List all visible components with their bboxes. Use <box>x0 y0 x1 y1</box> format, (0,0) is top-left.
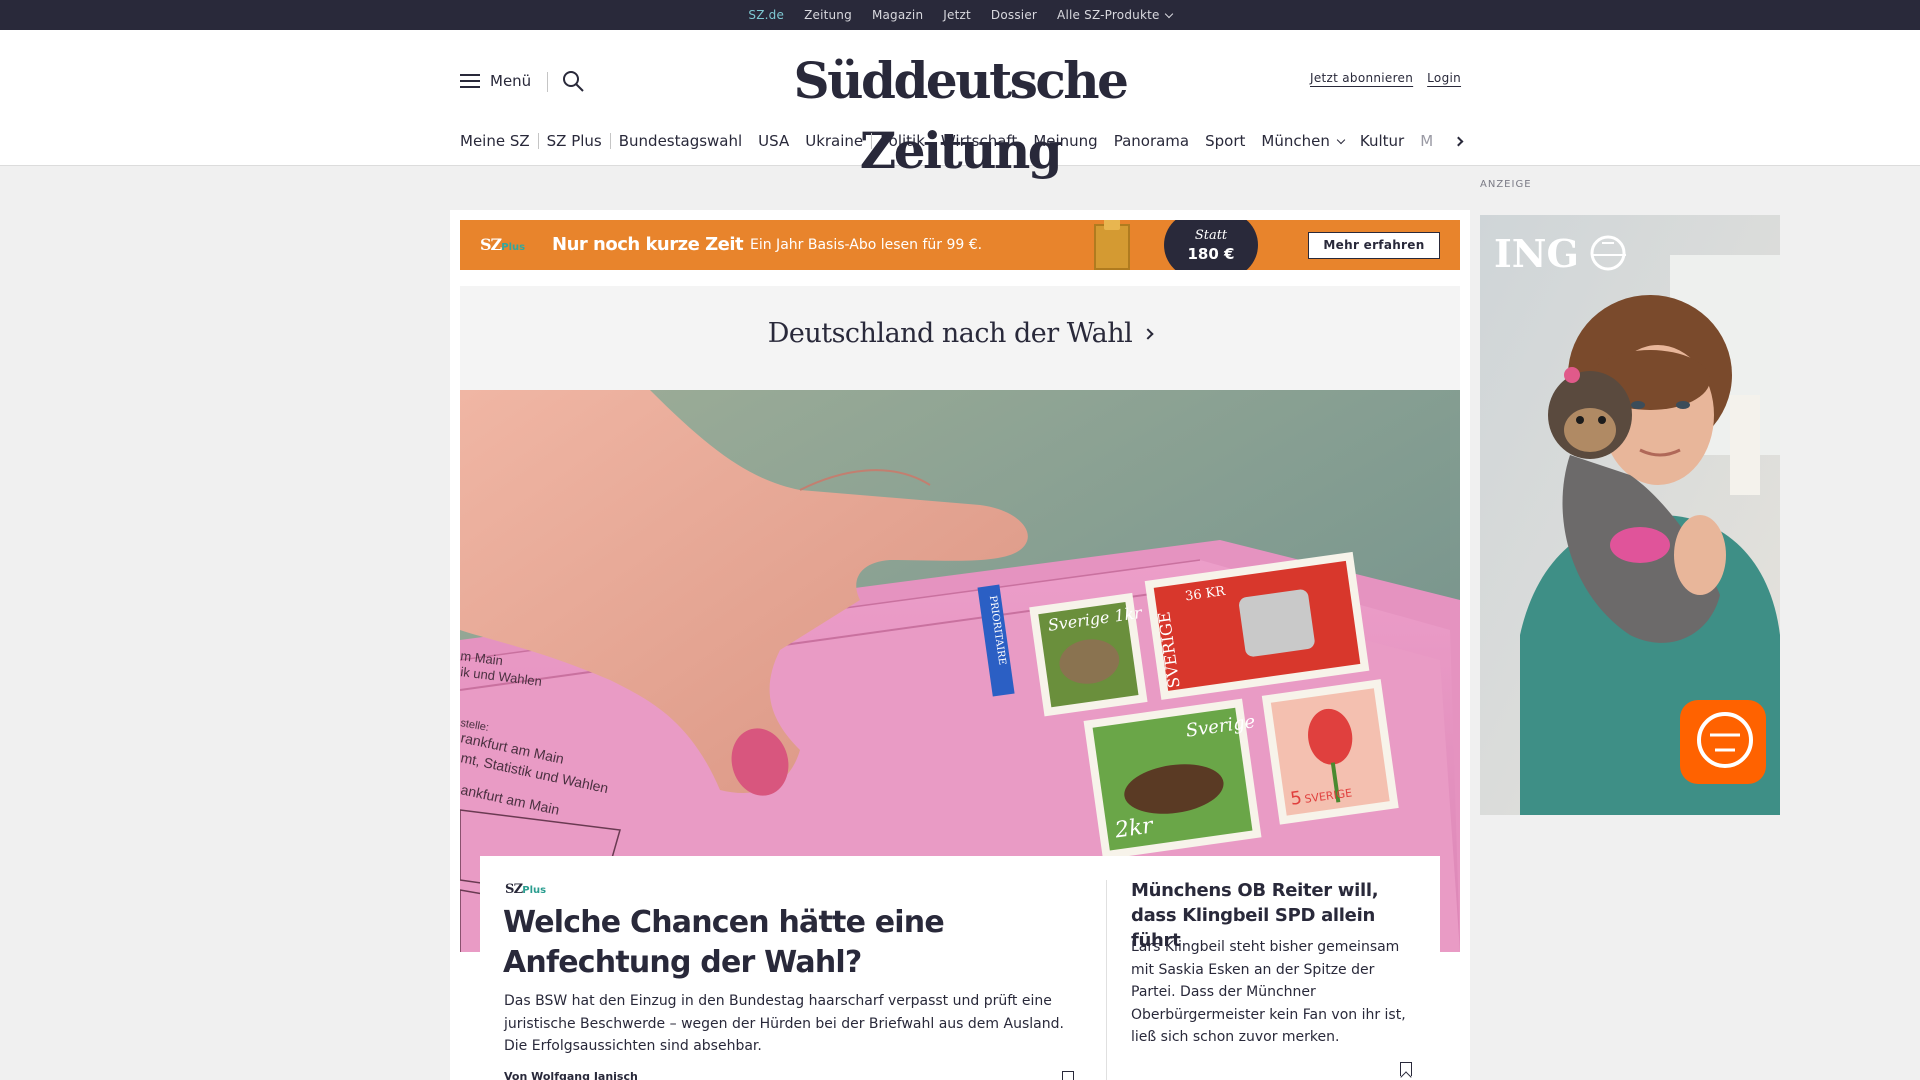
header-actions: Jetzt abonnieren Login <box>1310 71 1461 85</box>
nav-item-panorama[interactable]: Panorama <box>1106 132 1197 150</box>
promo-banner[interactable]: SZPlus Nur noch kurze Zeit Ein Jahr Basi… <box>460 220 1460 270</box>
nav-item-meine-sz[interactable]: Meine SZ <box>460 132 538 150</box>
ad-brand: ING <box>1494 231 1579 276</box>
topbar-products-dropdown[interactable]: Alle SZ-Produkte <box>1057 8 1173 22</box>
subscribe-link[interactable]: Jetzt abonnieren <box>1310 71 1413 85</box>
bookmark-icon[interactable] <box>1062 1071 1074 1080</box>
nav-item-sz-plus[interactable]: SZ Plus <box>539 132 610 150</box>
sz-plus-logo-sz: SZ <box>480 235 502 254</box>
nav-item-kultur[interactable]: Kultur <box>1352 132 1412 150</box>
chevron-down-icon <box>1164 9 1173 18</box>
section-title: Deutschland nach der Wahl <box>767 318 1133 349</box>
chevron-down-icon <box>1336 135 1346 144</box>
promo-cta-button[interactable]: Mehr erfahren <box>1308 232 1440 259</box>
nav-item-sport[interactable]: Sport <box>1197 132 1253 150</box>
sz-plus-tag-sz: SZ <box>505 882 523 897</box>
sz-plus-tag-plus: Plus <box>522 885 547 896</box>
nav-item-politik[interactable]: Politik <box>872 132 933 150</box>
sz-plus-logo-plus: Plus <box>501 242 526 253</box>
lead-article-author: Von Wolfgang Janisch <box>504 1070 638 1080</box>
advertisement[interactable]: ING <box>1480 215 1780 815</box>
topbar-link-jetzt[interactable]: Jetzt <box>943 8 971 22</box>
nav-item-meinung[interactable]: Meinung <box>1025 132 1105 150</box>
topbar-link-dossier[interactable]: Dossier <box>991 8 1037 22</box>
login-link[interactable]: Login <box>1427 71 1461 85</box>
ballot-box-icon <box>1094 220 1130 270</box>
nav-item-usa[interactable]: USA <box>750 132 797 150</box>
promo-text: Ein Jahr Basis-Abo lesen für 99 €. <box>750 237 983 253</box>
nav-item-truncated[interactable]: M <box>1412 132 1441 150</box>
price-badge-price: 180 € <box>1187 245 1235 263</box>
search-icon[interactable] <box>562 70 584 92</box>
sz-plus-tag: SZPlus <box>505 882 546 897</box>
chevron-right-icon <box>1453 136 1464 146</box>
nav-scroll-right-button[interactable] <box>1450 130 1470 152</box>
price-badge: Statt 180 € <box>1164 220 1258 270</box>
nav-item-ukraine[interactable]: Ukraine <box>797 132 871 150</box>
topbar-products-label: Alle SZ-Produkte <box>1057 8 1160 22</box>
nav-item-muenchen-label: München <box>1261 132 1330 150</box>
main-navigation: Meine SZ SZ Plus Bundestagswahl USA Ukra… <box>460 128 1476 154</box>
lead-article-headline[interactable]: Welche Chancen hätte eine Anfechtung der… <box>503 903 1083 983</box>
topbar-link-zeitung[interactable]: Zeitung <box>804 8 852 22</box>
topbar-link-sz-de[interactable]: SZ.de <box>748 8 784 33</box>
sz-plus-logo: SZPlus <box>480 235 525 254</box>
promo-headline: Nur noch kurze Zeit <box>552 234 744 255</box>
teaser-divider <box>1106 880 1107 1080</box>
header-divider <box>547 72 548 92</box>
menu-button[interactable]: Menü <box>460 72 531 90</box>
lead-article-teaser: Das BSW hat den Einzug in den Bundestag … <box>504 993 1064 1054</box>
menu-label: Menü <box>490 72 532 90</box>
price-badge-statt: Statt <box>1194 228 1228 243</box>
ad-label: ANZEIGE <box>1480 179 1532 190</box>
nav-item-wirtschaft[interactable]: Wirtschaft <box>933 132 1025 150</box>
chevron-right-icon <box>1142 328 1154 340</box>
hamburger-icon <box>460 74 480 88</box>
bookmark-icon[interactable] <box>1400 1062 1412 1076</box>
side-article-teaser: Lars Klingbeil steht bisher gemeinsam mi… <box>1131 939 1406 1045</box>
topbar-link-magazin[interactable]: Magazin <box>872 8 923 22</box>
nav-item-muenchen[interactable]: München <box>1253 132 1351 150</box>
site-logo[interactable]: Süddeutsche Zeitung <box>720 46 1200 180</box>
nav-item-bundestagswahl[interactable]: Bundestagswahl <box>611 132 750 150</box>
site-header: Menü Süddeutsche Zeitung Jetzt abonniere… <box>0 30 1920 180</box>
top-navigation: SZ.de Zeitung Magazin Jetzt Dossier Alle… <box>0 0 1920 33</box>
section-title-link[interactable]: Deutschland nach der Wahl <box>460 318 1460 349</box>
